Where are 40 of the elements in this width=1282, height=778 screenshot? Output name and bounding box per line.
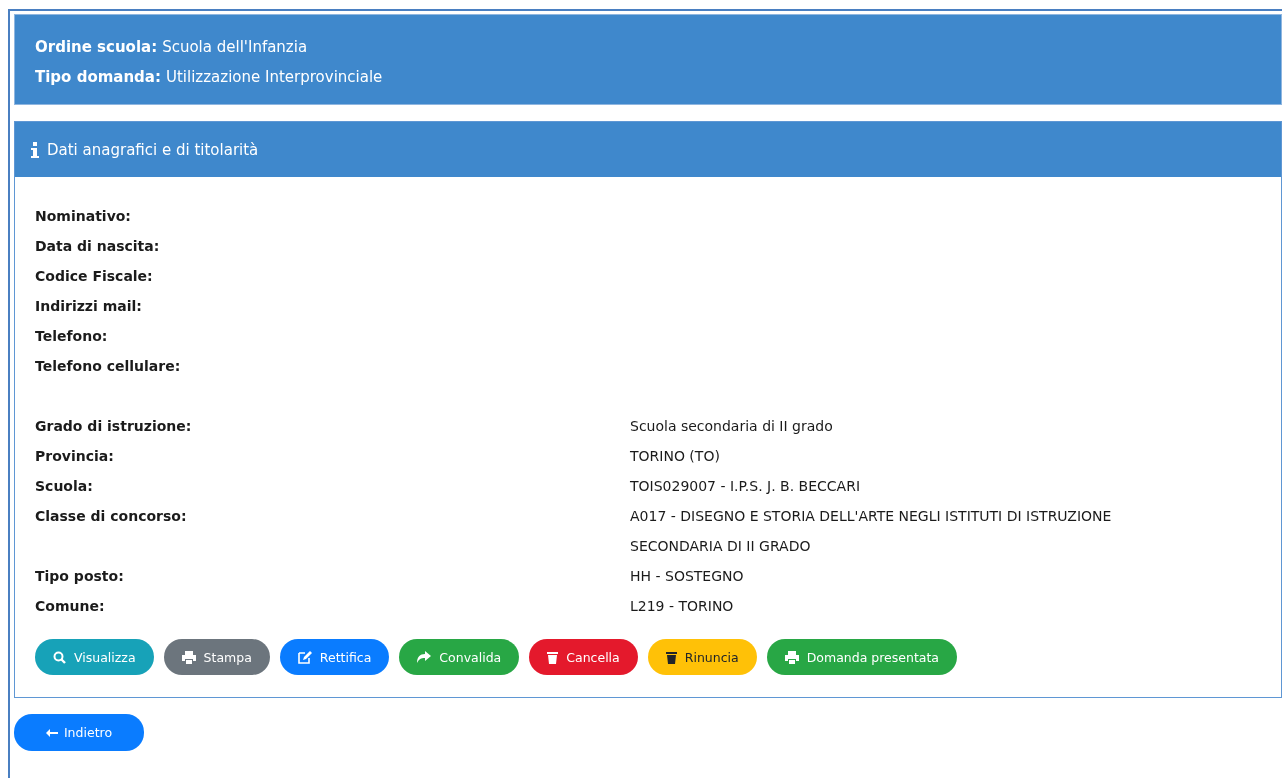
- field-label: Grado di istruzione:: [35, 417, 193, 436]
- field-label: Comune:: [35, 597, 106, 616]
- left-arrow-icon: [45, 728, 58, 737]
- field-label: Data di nascita:: [35, 237, 161, 256]
- field-label: Provincia:: [35, 447, 115, 466]
- field-label: Telefono:: [35, 327, 109, 346]
- field-value: L219 - TORINO: [630, 597, 735, 616]
- summary-label: Ordine scuola:: [35, 38, 158, 56]
- field-label: Codice Fiscale:: [35, 267, 154, 286]
- printer-icon: [784, 650, 799, 664]
- summary-value: Utilizzazione Interprovinciale: [166, 68, 383, 86]
- trash-icon: [547, 650, 559, 664]
- field-value: Scuola secondaria di II grado: [630, 417, 834, 436]
- share-arrow-icon: [417, 651, 432, 663]
- panel-title: Dati anagrafici e di titolarità: [47, 140, 259, 159]
- field-value: TOIS029007 - I.P.S. J. B. BECCARI: [630, 477, 862, 496]
- field-label: Telefono cellulare:: [35, 357, 182, 376]
- search-icon: [53, 650, 66, 664]
- field-label: Indirizzi mail:: [35, 297, 143, 316]
- action-button[interactable]: Rinuncia: [647, 639, 757, 675]
- field-value: A017 - DISEGNO E STORIA DELL'ARTE NEGLI ISTITUTI DI ISTRUZIONE SECONDARIA DI II GRADO: [630, 507, 1113, 556]
- action-button[interactable]: Visualizza: [35, 639, 154, 675]
- edit-icon: [297, 650, 312, 664]
- trash-icon: [665, 650, 677, 664]
- back-button[interactable]: Indietro: [14, 714, 144, 751]
- field-label: Classe di concorso:: [35, 507, 188, 526]
- field-value: HH - SOSTEGNO: [630, 567, 745, 586]
- summary-label: Tipo domanda:: [35, 68, 161, 86]
- field-label: Tipo posto:: [35, 567, 125, 586]
- summary-value: Scuola dell'Infanzia: [162, 38, 308, 56]
- action-button[interactable]: Stampa: [163, 639, 270, 675]
- info-icon: [31, 141, 39, 158]
- action-button[interactable]: Domanda presentata: [766, 639, 958, 675]
- field-label: Nominativo:: [35, 207, 132, 226]
- field-label: Scuola:: [35, 477, 94, 496]
- printer-icon: [181, 650, 196, 664]
- action-button[interactable]: Convalida: [399, 639, 520, 675]
- action-button[interactable]: Rettifica: [279, 639, 390, 675]
- action-button[interactable]: Cancella: [529, 639, 638, 675]
- field-value: TORINO (TO): [630, 447, 721, 466]
